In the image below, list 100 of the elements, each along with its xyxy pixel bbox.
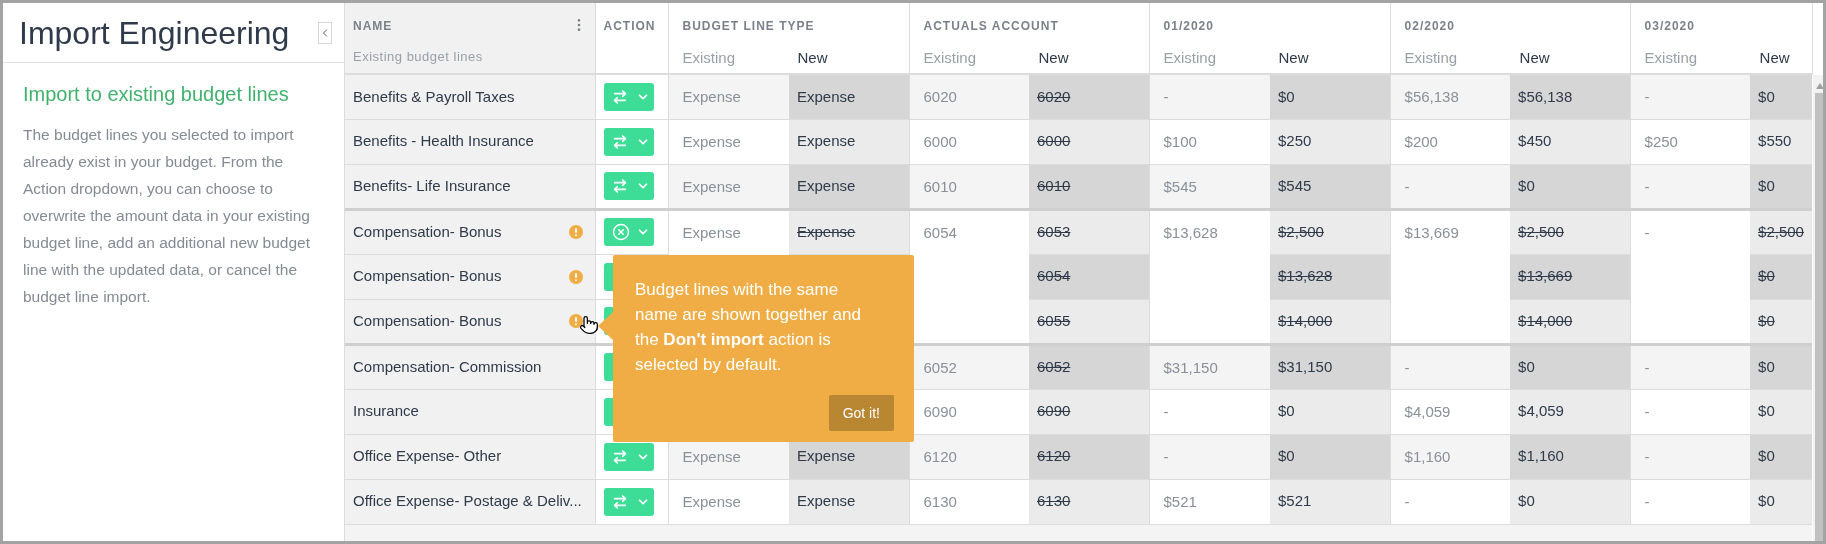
table-cell: $13,628 xyxy=(1149,209,1271,344)
table-cell: - xyxy=(1630,479,1751,524)
subheader-label: Existing xyxy=(1643,48,1699,68)
table-cell: Expense xyxy=(668,119,789,164)
subheader-label: Existing xyxy=(681,48,737,68)
table-cell: $56,138 xyxy=(1390,74,1511,119)
table-cell: - xyxy=(1149,74,1271,119)
action-dropdown-button[interactable] xyxy=(603,487,654,516)
action-dropdown-button[interactable] xyxy=(603,172,654,200)
table-cell: $4,059 xyxy=(1510,389,1631,434)
budget-line-name: Benefits - Health Insurance xyxy=(353,131,534,152)
table-cell: $450 xyxy=(1510,119,1631,164)
table-cell: - xyxy=(1630,209,1751,344)
cancel-circle-icon xyxy=(611,223,630,241)
budget-line-name: Compensation- Commission xyxy=(353,356,542,377)
budget-line-name: Compensation- Bonus xyxy=(353,266,502,287)
table-cell: $0 xyxy=(1750,299,1813,344)
budget-line-name: Insurance xyxy=(353,401,419,422)
table-cell: Expense xyxy=(789,479,909,524)
header-title: NAME xyxy=(353,18,393,35)
swap-arrows-icon xyxy=(611,448,628,465)
table-cell: 6054 xyxy=(1029,254,1150,299)
table-cell: $250 xyxy=(1630,119,1751,164)
budget-line-name: Compensation- Bonus xyxy=(353,310,502,331)
table-cell: Expense xyxy=(789,209,909,254)
table-cell: $0 xyxy=(1750,344,1813,389)
table-cell: $0 xyxy=(1750,74,1813,119)
table-cell: $0 xyxy=(1750,164,1813,209)
table-cell: $0 xyxy=(1750,389,1813,434)
scrollbar[interactable] xyxy=(1812,75,1823,541)
table-cell: $521 xyxy=(1270,479,1391,524)
table-cell: $0 xyxy=(1750,254,1813,299)
table-cell: $200 xyxy=(1390,119,1511,164)
table-cell: - xyxy=(1390,344,1511,389)
action-dropdown-button[interactable] xyxy=(603,218,654,246)
table-cell: $14,000 xyxy=(1510,299,1631,344)
table-cell: $2,500 xyxy=(1510,209,1631,254)
budget-line-name: Office Expense- Other xyxy=(353,446,502,467)
swap-arrows-icon xyxy=(611,178,628,194)
scroll-up-icon[interactable] xyxy=(1815,83,1823,89)
swap-arrows-icon xyxy=(611,88,628,105)
table-cell: Expense xyxy=(789,74,909,119)
table-cell: $1,160 xyxy=(1390,434,1511,479)
table-cell: $0 xyxy=(1270,74,1391,119)
scrollbar-thumb[interactable] xyxy=(1814,93,1823,541)
table-cell: 6010 xyxy=(909,164,1029,209)
page-title: Import Engineering xyxy=(19,13,290,53)
table-cell: - xyxy=(1149,389,1271,434)
table-cell: - xyxy=(1390,479,1511,524)
table-cell: 6000 xyxy=(1029,119,1150,164)
action-dropdown-button[interactable] xyxy=(603,442,654,471)
subheader-label: New xyxy=(796,48,829,68)
section-heading: Import to existing budget lines xyxy=(23,82,290,107)
swap-arrows-icon xyxy=(611,133,628,150)
table-cell: $56,138 xyxy=(1510,74,1631,119)
table-cell: - xyxy=(1390,164,1511,209)
table-cell: $1,160 xyxy=(1510,434,1631,479)
table-cell: $100 xyxy=(1149,119,1271,164)
subheader-label: Existing xyxy=(1403,48,1459,68)
table-cell: $31,150 xyxy=(1270,344,1391,389)
table-cell: 6053 xyxy=(1029,209,1150,254)
table-cell: 6130 xyxy=(1029,479,1150,524)
action-dropdown-button[interactable] xyxy=(603,82,654,111)
header-subtitle: Existing budget lines xyxy=(353,48,484,66)
description-text: The budget lines you selected to import already exist in your budget. From the Action dropdown, you can choose to overwrite the amount data in your existing budget line, add an additional new budget line with the updated data, or cancel the budget line import. xyxy=(23,125,311,307)
table-cell: $4,059 xyxy=(1390,389,1511,434)
table-cell: $0 xyxy=(1510,479,1631,524)
warning-icon xyxy=(568,314,583,328)
table-cell: $0 xyxy=(1750,434,1813,479)
table-cell: 6130 xyxy=(909,479,1029,524)
table-cell: $521 xyxy=(1149,479,1271,524)
table-cell: - xyxy=(1149,434,1271,479)
subheader-label: New xyxy=(1758,48,1791,68)
budget-line-name: Office Expense- Postage & Deliv... xyxy=(353,491,582,512)
table-cell: - xyxy=(1630,74,1751,119)
table-cell: 6090 xyxy=(1029,389,1150,434)
subheader-label: New xyxy=(1037,48,1070,68)
table-cell: 6052 xyxy=(1029,344,1150,389)
table-cell: $545 xyxy=(1149,164,1271,209)
table-cell: $2,500 xyxy=(1750,209,1813,254)
collapse-button[interactable] xyxy=(318,21,332,44)
table-cell: $550 xyxy=(1750,119,1813,164)
budget-line-name: Benefits- Life Insurance xyxy=(353,175,511,196)
table-cell: $0 xyxy=(1510,344,1631,389)
table-cell: $14,000 xyxy=(1270,299,1391,344)
table-cell: Expense xyxy=(789,119,909,164)
table-cell: $0 xyxy=(1750,479,1813,524)
subheader-label: Existing xyxy=(1162,48,1218,68)
table-cell: 6010 xyxy=(1029,164,1150,209)
table-cell: $2,500 xyxy=(1270,209,1391,254)
got-it-button[interactable]: Got it! xyxy=(828,395,894,431)
column-header: ACTION xyxy=(595,3,668,74)
warning-icon xyxy=(568,225,583,239)
header-title: 03/2020 xyxy=(1643,18,1696,35)
header-title: ACTUALS ACCOUNT xyxy=(922,18,1060,35)
table-cell: 6020 xyxy=(1029,74,1150,119)
table-cell: $13,669 xyxy=(1510,254,1631,299)
table-cell: $31,150 xyxy=(1149,344,1271,389)
action-dropdown-button[interactable] xyxy=(603,127,654,156)
subheader-label: New xyxy=(1518,48,1551,68)
